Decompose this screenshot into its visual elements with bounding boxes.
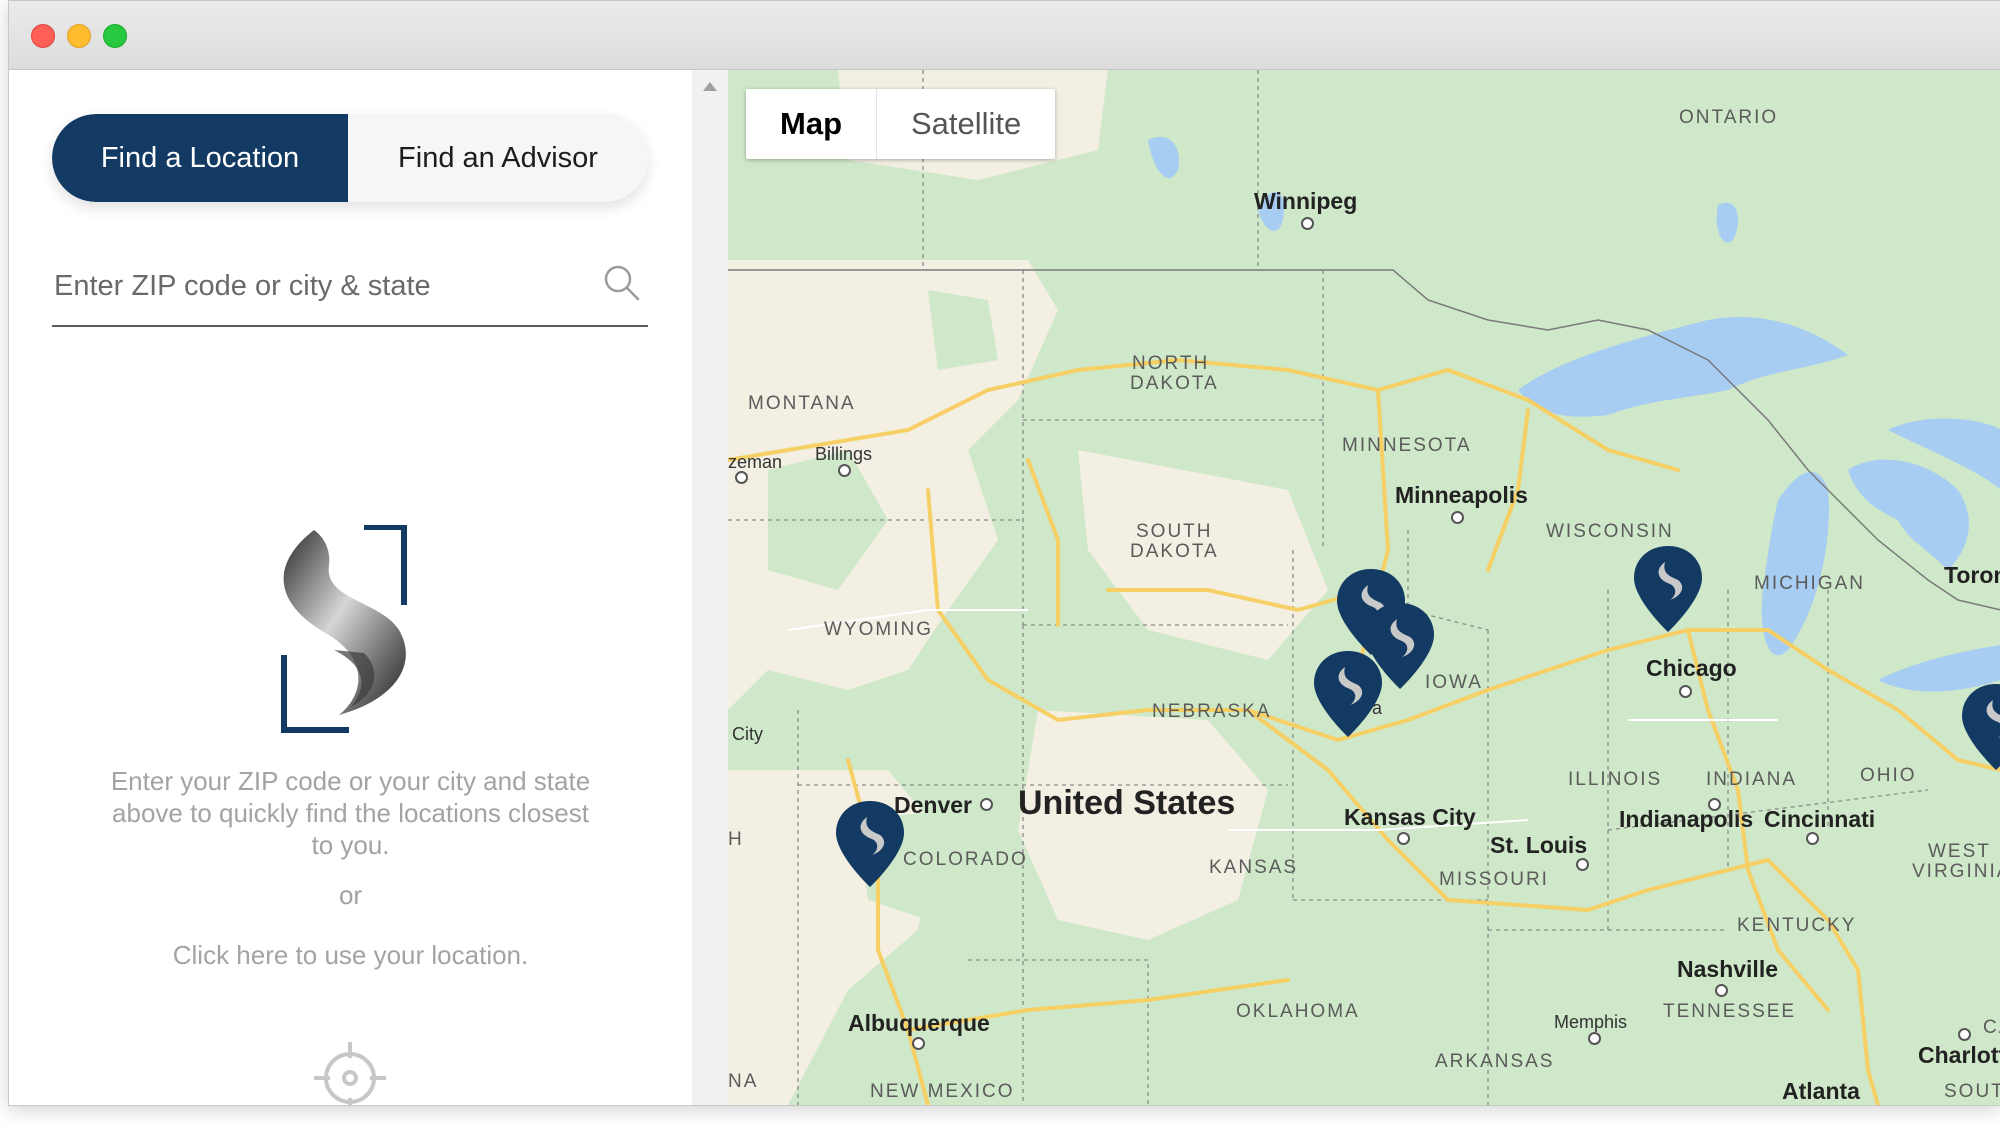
map-label-michigan: MICHIGAN: [1754, 573, 1865, 594]
map-label-ontario: ONTARIO: [1679, 107, 1779, 128]
map-label-new-mexico: NEW MEXICO: [870, 1081, 1015, 1102]
map-label-wisconsin: WISCONSIN: [1546, 521, 1674, 542]
scroll-up-arrow-icon[interactable]: [703, 82, 717, 91]
map-type-control: Map Satellite: [746, 89, 1056, 159]
map-city-dot: [1576, 858, 1589, 871]
map-label-missouri: MISSOURI: [1439, 869, 1549, 890]
map-label-toronto: Toron: [1944, 562, 2000, 588]
location-pin-icon[interactable]: [1960, 682, 2000, 772]
map-label-indiana: INDIANA: [1706, 769, 1798, 790]
search-icon[interactable]: [602, 263, 642, 303]
sidebar-scrollbar[interactable]: [692, 70, 728, 1105]
map-label-salt-lake-city: City: [732, 724, 763, 744]
map-label-south-edge: SOUTH: [1944, 1081, 2000, 1102]
location-search-input[interactable]: [52, 255, 596, 317]
map-label-memphis: Memphis: [1554, 1012, 1628, 1032]
map-label-indianapolis: Indianapolis: [1619, 806, 1754, 832]
close-window-button[interactable]: [31, 24, 55, 48]
map-label-wyoming: WYOMING: [824, 619, 933, 640]
map-city-dot: [1451, 511, 1464, 524]
use-my-location-link[interactable]: Click here to use your location.: [109, 940, 592, 971]
map-label-kansas-city: Kansas City: [1344, 804, 1476, 830]
map-label-nebraska: NEBRASKA: [1152, 701, 1272, 722]
map-label-kansas: KANSAS: [1209, 857, 1299, 878]
map-label-cincinnati: Cincinnati: [1764, 806, 1876, 832]
map-city-dot: [1679, 685, 1692, 698]
map-label-st-louis: St. Louis: [1490, 832, 1588, 858]
map-label-winnipeg: Winnipeg: [1254, 188, 1358, 214]
map-label-nashville: Nashville: [1677, 956, 1778, 982]
map-label-illinois: ILLINOIS: [1568, 769, 1663, 790]
location-pin-icon[interactable]: [1632, 544, 1704, 634]
map-city-dot: [735, 471, 748, 484]
map-label-north-dakota-2: DAKOTA: [1130, 373, 1219, 394]
location-search: [52, 255, 648, 327]
map-view[interactable]: Map Satellite ONTARIO MONTANA NORTH DAKO…: [728, 70, 2000, 1105]
tab-find-location[interactable]: Find a Location: [52, 114, 348, 202]
map-city-dot: [1397, 832, 1410, 845]
minimize-window-button[interactable]: [67, 24, 91, 48]
tab-find-advisor[interactable]: Find an Advisor: [348, 114, 648, 202]
location-pin-icon[interactable]: [1312, 649, 1384, 739]
locator-sidebar: Find a Location Find an Advisor Enter ZI…: [9, 70, 692, 1105]
company-logo-icon: [281, 525, 407, 733]
map-label-west-virginia-2: VIRGINIA: [1912, 861, 2000, 882]
map-label-utah-edge: H: [728, 829, 744, 850]
map-city-dot: [1301, 217, 1314, 230]
map-label-north-dakota-1: NORTH: [1132, 353, 1210, 374]
map-city-dot: [1806, 832, 1819, 845]
map-label-south-dakota-1: SOUTH: [1136, 521, 1213, 542]
map-label-bozeman: zeman: [728, 452, 783, 472]
map-label-charlotte: Charlott: [1918, 1042, 2000, 1068]
map-city-dot: [912, 1037, 925, 1050]
map-label-south-dakota-2: DAKOTA: [1130, 541, 1219, 562]
map-label-albuquerque: Albuquerque: [848, 1010, 990, 1036]
map-label-colorado: COLORADO: [903, 849, 1028, 870]
search-instructions: Enter your ZIP code or your city and sta…: [110, 766, 591, 860]
map-label-nevada-edge: NA: [728, 1071, 759, 1092]
crosshair-location-icon[interactable]: [312, 1040, 388, 1106]
app-window: Find a Location Find an Advisor Enter ZI…: [8, 0, 2000, 1106]
location-pin-icon[interactable]: [834, 799, 906, 889]
map-label-minneapolis: Minneapolis: [1395, 482, 1528, 508]
map-label-minnesota: MINNESOTA: [1342, 435, 1472, 456]
map-city-dot: [1588, 1032, 1601, 1045]
map-city-dot: [980, 798, 993, 811]
map-city-dot: [838, 464, 851, 477]
or-separator: or: [338, 880, 363, 910]
map-city-dot: [1708, 798, 1721, 811]
map-label-chicago: Chicago: [1646, 655, 1737, 681]
title-bar: [9, 1, 2000, 70]
zoom-window-button[interactable]: [103, 24, 127, 48]
map-city-dot: [1958, 1028, 1971, 1041]
locator-tabs: Find a Location Find an Advisor: [52, 114, 648, 202]
map-type-satellite-button[interactable]: Satellite: [877, 89, 1055, 159]
map-label-atlanta: Atlanta: [1782, 1078, 1860, 1104]
map-label-billings: Billings: [815, 444, 873, 464]
map-label-ca-edge: CA: [1983, 1017, 2000, 1038]
map-label-montana: MONTANA: [748, 393, 856, 414]
map-label-tennessee: TENNESSEE: [1663, 1001, 1797, 1022]
map-city-dot: [1715, 984, 1728, 997]
map-label-arkansas: ARKANSAS: [1435, 1051, 1555, 1072]
map-type-map-button[interactable]: Map: [746, 89, 877, 159]
map-label-kentucky: KENTUCKY: [1737, 915, 1857, 936]
map-label-oklahoma: OKLAHOMA: [1236, 1001, 1360, 1022]
map-label-country: United States: [1018, 784, 1236, 822]
map-label-west-virginia-1: WEST: [1928, 841, 1991, 862]
map-label-ohio: OHIO: [1860, 765, 1917, 786]
